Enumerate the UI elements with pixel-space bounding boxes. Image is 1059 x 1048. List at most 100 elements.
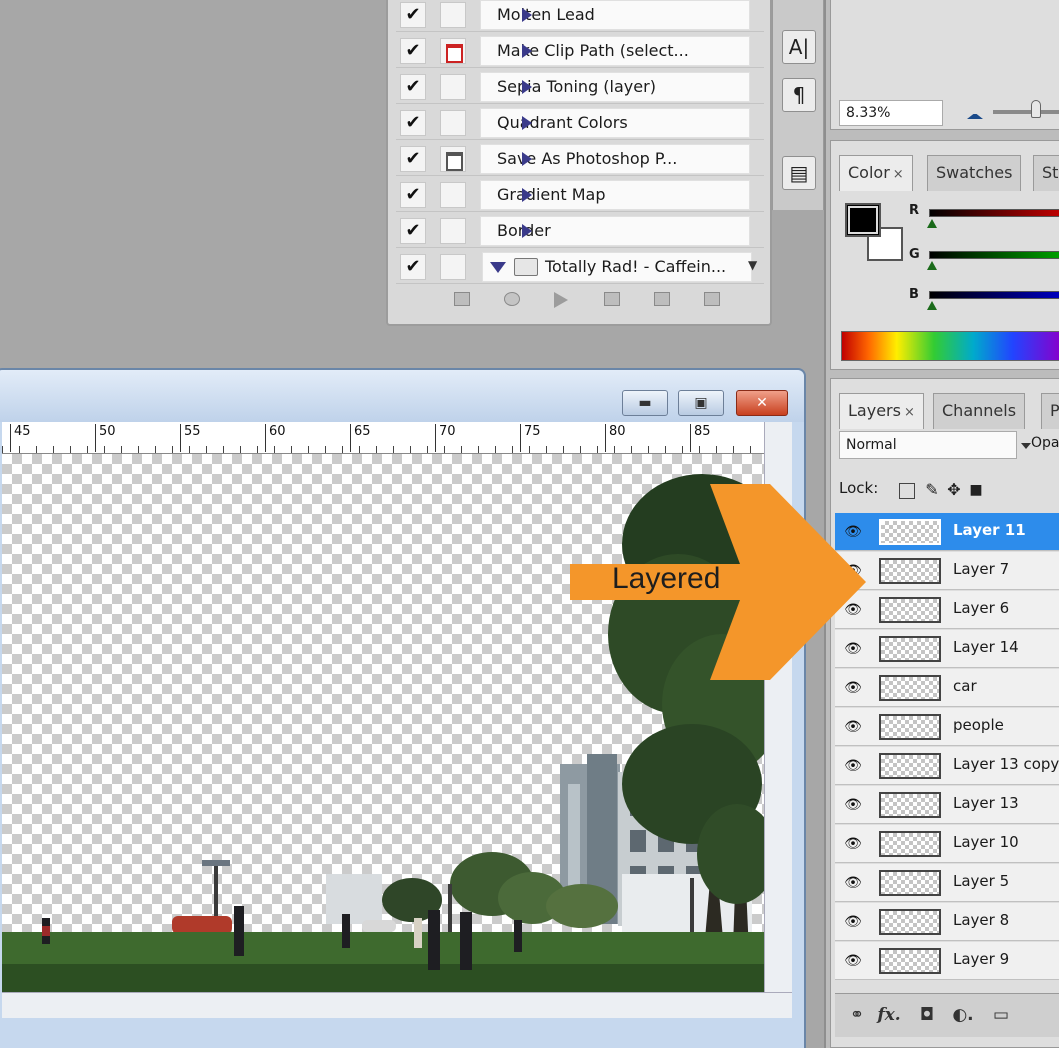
- dialog-toggle[interactable]: [440, 182, 466, 208]
- delete-icon[interactable]: [704, 292, 720, 306]
- panel-options-icon[interactable]: ▤: [782, 156, 816, 190]
- eye-icon[interactable]: 👁: [841, 716, 865, 738]
- eye-icon[interactable]: 👁: [841, 677, 865, 699]
- layer-name[interactable]: car: [953, 677, 977, 695]
- blue-slider-thumb[interactable]: [927, 301, 937, 310]
- layer-name[interactable]: Layer 6: [953, 599, 1009, 617]
- close-icon[interactable]: ×: [893, 167, 904, 182]
- check-icon[interactable]: ✔: [400, 74, 426, 100]
- adjustment-layer-icon[interactable]: ◐.: [951, 1004, 975, 1026]
- check-icon[interactable]: ✔: [400, 254, 426, 280]
- zoom-slider[interactable]: [993, 110, 1059, 114]
- paragraph-panel-icon[interactable]: ¶: [782, 78, 816, 112]
- action-name[interactable]: Make Clip Path (select...: [480, 36, 750, 66]
- layer-row[interactable]: 👁 Layer 10: [835, 825, 1059, 863]
- dialog-toggle[interactable]: [440, 254, 466, 280]
- zoom-field[interactable]: 8.33%: [839, 100, 943, 126]
- red-slider-thumb[interactable]: [927, 219, 937, 228]
- character-panel-icon[interactable]: A|: [782, 30, 816, 64]
- collapse-triangle-icon[interactable]: [490, 262, 506, 273]
- layer-name[interactable]: Layer 13 copy: [953, 755, 1059, 773]
- check-icon[interactable]: ✔: [400, 2, 426, 28]
- tab-swatches[interactable]: Swatches: [927, 155, 1022, 191]
- tab-styles[interactable]: St: [1033, 155, 1059, 191]
- action-row-make-clip-path[interactable]: ✔ Make Clip Path (select...: [396, 32, 764, 68]
- layer-name[interactable]: Layer 8: [953, 911, 1009, 929]
- action-name[interactable]: Molten Lead: [480, 0, 750, 30]
- layer-name[interactable]: Layer 5: [953, 872, 1009, 890]
- expand-triangle-icon[interactable]: [522, 224, 532, 238]
- layer-thumbnail[interactable]: [879, 636, 941, 662]
- layer-thumbnail[interactable]: [879, 909, 941, 935]
- action-name[interactable]: Gradient Map: [480, 180, 750, 210]
- expand-triangle-icon[interactable]: [522, 80, 532, 94]
- link-layers-icon[interactable]: ⚭: [845, 1004, 869, 1026]
- layer-name[interactable]: Layer 10: [953, 833, 1019, 851]
- record-icon[interactable]: [504, 292, 520, 306]
- blue-slider[interactable]: [929, 291, 1059, 299]
- expand-triangle-icon[interactable]: [522, 152, 532, 166]
- layer-thumbnail[interactable]: [879, 870, 941, 896]
- layer-thumbnail[interactable]: [879, 714, 941, 740]
- check-icon[interactable]: ✔: [400, 218, 426, 244]
- action-row-save-as-photoshop[interactable]: ✔ Save As Photoshop P...: [396, 140, 764, 176]
- chevron-down-icon[interactable]: [1021, 443, 1031, 449]
- layer-row[interactable]: 👁 Layer 8: [835, 903, 1059, 941]
- new-action-icon[interactable]: [654, 292, 670, 306]
- action-name[interactable]: Border: [480, 216, 750, 246]
- layer-thumbnail[interactable]: [879, 948, 941, 974]
- layer-row[interactable]: 👁 people: [835, 708, 1059, 746]
- action-name[interactable]: Save As Photoshop P...: [480, 144, 750, 174]
- stop-icon[interactable]: [454, 292, 470, 306]
- tab-paths[interactable]: P: [1041, 393, 1059, 429]
- layer-thumbnail[interactable]: [879, 753, 941, 779]
- dialog-toggle[interactable]: [440, 2, 466, 28]
- action-name[interactable]: Sepia Toning (layer): [480, 72, 750, 102]
- close-button[interactable]: ✕: [736, 390, 788, 416]
- dialog-toggle[interactable]: [440, 218, 466, 244]
- check-icon[interactable]: ✔: [400, 182, 426, 208]
- check-icon[interactable]: ✔: [400, 38, 426, 64]
- scroll-down-icon[interactable]: ▼: [748, 258, 757, 272]
- dialog-partial-icon[interactable]: [440, 146, 466, 172]
- green-slider-thumb[interactable]: [927, 261, 937, 270]
- layer-thumbnail[interactable]: [879, 675, 941, 701]
- layer-row[interactable]: 👁 Layer 5: [835, 864, 1059, 902]
- layer-name[interactable]: Layer 11: [953, 521, 1026, 539]
- layer-mask-icon[interactable]: ◘: [915, 1004, 939, 1026]
- action-name[interactable]: Quadrant Colors: [480, 108, 750, 138]
- action-row-molten-lead[interactable]: ✔ Molten Lead: [396, 0, 764, 32]
- foreground-color-swatch[interactable]: [845, 203, 881, 237]
- expand-triangle-icon[interactable]: [522, 188, 532, 202]
- play-icon[interactable]: [554, 292, 568, 308]
- lock-transparency-icon[interactable]: [899, 483, 915, 499]
- layer-name[interactable]: Layer 14: [953, 638, 1019, 656]
- check-icon[interactable]: ✔: [400, 110, 426, 136]
- eye-icon[interactable]: 👁: [841, 794, 865, 816]
- zoom-out-icon[interactable]: [965, 102, 987, 122]
- document-titlebar[interactable]: ▬ ▣ ✕: [0, 370, 804, 422]
- action-row-border[interactable]: ✔ Border: [396, 212, 764, 248]
- green-slider[interactable]: [929, 251, 1059, 259]
- lock-position-icon[interactable]: ✥: [945, 481, 963, 499]
- action-row-quadrant-colors[interactable]: ✔ Quadrant Colors: [396, 104, 764, 140]
- action-row-gradient-map[interactable]: ✔ Gradient Map: [396, 176, 764, 212]
- eye-icon[interactable]: 👁: [841, 833, 865, 855]
- layer-row[interactable]: 👁 Layer 13 copy: [835, 747, 1059, 785]
- blend-mode-select[interactable]: Normal: [839, 431, 1017, 459]
- expand-triangle-icon[interactable]: [522, 44, 532, 58]
- minimize-button[interactable]: ▬: [622, 390, 668, 416]
- layer-name[interactable]: people: [953, 716, 1004, 734]
- layer-row[interactable]: 👁 Layer 13: [835, 786, 1059, 824]
- check-icon[interactable]: ✔: [400, 146, 426, 172]
- expand-triangle-icon[interactable]: [522, 116, 532, 130]
- tab-layers[interactable]: Layers ×: [839, 393, 924, 429]
- horizontal-scrollbar[interactable]: [2, 992, 792, 1018]
- layer-name[interactable]: Layer 13: [953, 794, 1019, 812]
- layer-thumbnail[interactable]: [879, 831, 941, 857]
- eye-icon[interactable]: 👁: [841, 950, 865, 972]
- tab-color[interactable]: Color ×: [839, 155, 913, 191]
- action-set-row[interactable]: ✔ Totally Rad! - Caffein... ▼: [396, 248, 764, 284]
- tab-channels[interactable]: Channels: [933, 393, 1026, 429]
- lock-pixels-icon[interactable]: ✎: [923, 481, 941, 499]
